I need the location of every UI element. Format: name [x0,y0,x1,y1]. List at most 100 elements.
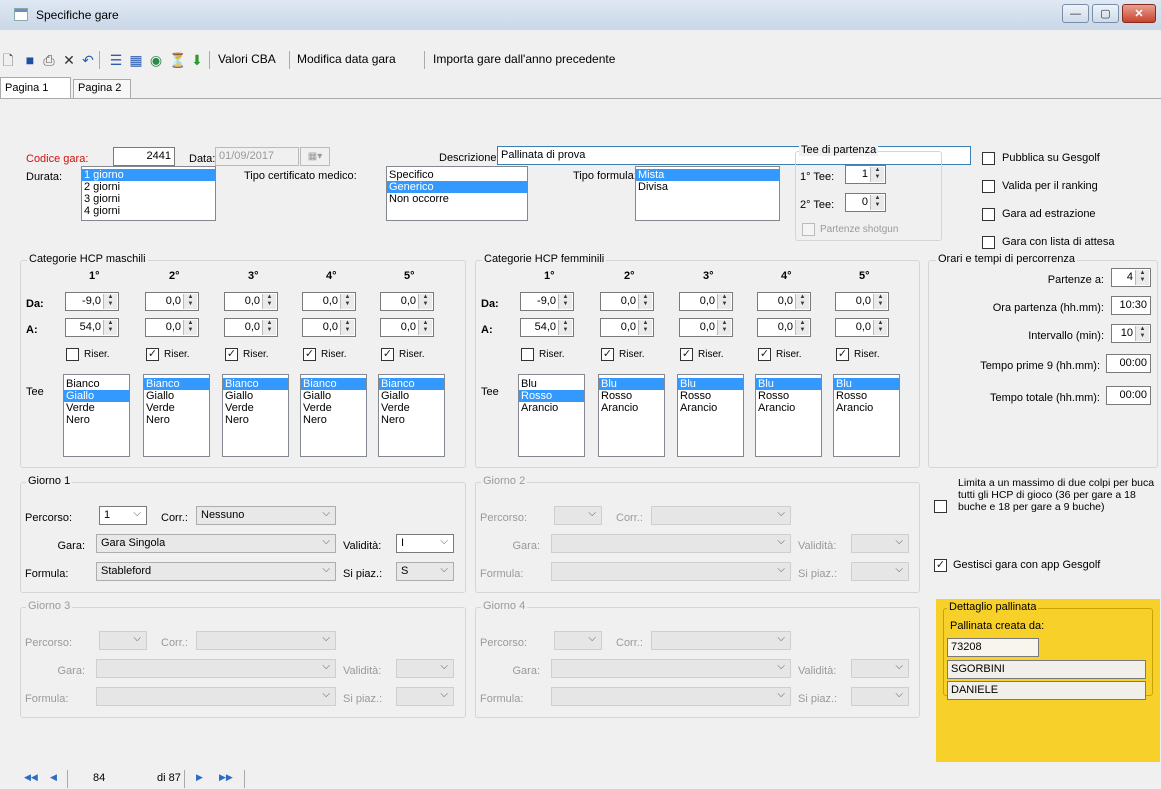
minimize-button[interactable]: — [1062,4,1089,23]
cognome-input[interactable]: SGORBINI [947,660,1146,679]
pubblica-checkbox[interactable] [982,152,995,165]
last-record-icon[interactable]: ▶▶ [219,772,233,783]
spinner-arrows-icon[interactable]: ▲ ▼ [262,320,276,335]
list-item[interactable]: Blu [519,378,584,390]
tee-list[interactable]: Bianco Giallo Verde Nero [222,374,289,457]
intervallo-spinner[interactable]: 10 ▲ ▼ [1111,324,1151,343]
tee-list[interactable]: Blu Rosso Arancio [518,374,585,457]
corr-select[interactable]: ⌵ [651,506,791,525]
list-item[interactable]: Non occorre [387,193,527,205]
spinner-arrows-icon[interactable]: ▲ ▼ [717,320,731,335]
list-item[interactable]: Nero [144,414,209,426]
list-item[interactable]: 1 giorno [82,169,215,181]
spinner-arrows-icon[interactable]: ▲ ▼ [418,320,432,335]
tee1-spinner[interactable]: 1 ▲ ▼ [845,165,886,184]
da-spinner[interactable]: 0,0 ▲ ▼ [757,292,811,311]
tee-list[interactable]: Bianco Giallo Verde Nero [63,374,130,457]
list-icon[interactable]: ☰ [108,52,124,68]
list-item[interactable]: Verde [64,402,129,414]
validita-select[interactable]: I ⌵ [396,534,454,553]
a-spinner[interactable]: 0,0 ▲ ▼ [757,318,811,337]
list-item[interactable]: Rosso [519,390,584,402]
spinner-arrows-icon[interactable]: ▲ ▼ [795,294,809,309]
spiaz-select[interactable]: S ⌵ [396,562,454,581]
a-spinner[interactable]: 0,0 ▲ ▼ [302,318,356,337]
search-icon[interactable]: ◉ [148,52,164,68]
list-item[interactable]: Arancio [599,402,664,414]
attesa-checkbox[interactable] [982,236,995,249]
a-spinner[interactable]: 54,0 ▲ ▼ [520,318,574,337]
list-item[interactable]: Blu [678,378,743,390]
print-icon[interactable]: ⎙ [41,52,57,68]
list-item[interactable]: Mista [636,169,779,181]
a-spinner[interactable]: 0,0 ▲ ▼ [835,318,889,337]
tee2-spinner[interactable]: 0 ▲ ▼ [845,193,886,212]
list-item[interactable]: Generico [387,181,527,193]
spinner-arrows-icon[interactable]: ▲ ▼ [103,320,117,335]
list-item[interactable]: Arancio [519,402,584,414]
spinner-arrows-icon[interactable]: ▲ ▼ [638,294,652,309]
list-item[interactable]: Rosso [756,390,821,402]
spinner-arrows-icon[interactable]: ▲ ▼ [340,294,354,309]
formula-list[interactable]: Mista Divisa [635,166,780,221]
a-spinner[interactable]: 0,0 ▲ ▼ [600,318,654,337]
spinner-arrows-icon[interactable]: ▲ ▼ [103,294,117,309]
list-item[interactable]: Nero [64,414,129,426]
codice-input[interactable]: 2441 [113,147,175,166]
list-item[interactable]: Verde [301,402,366,414]
list-item[interactable]: Nero [223,414,288,426]
list-item[interactable]: Bianco [223,378,288,390]
list-item[interactable]: Arancio [834,402,899,414]
list-item[interactable]: Bianco [301,378,366,390]
creata-id-input[interactable]: 73208 [947,638,1039,657]
list-item[interactable]: Nero [379,414,444,426]
list-item[interactable]: Bianco [64,378,129,390]
list-item[interactable]: Giallo [144,390,209,402]
limita-checkbox[interactable] [934,500,947,513]
riser-checkbox[interactable]: ✓ [146,348,159,361]
spinner-arrows-icon[interactable]: ▲ ▼ [1135,270,1149,285]
gara-select[interactable]: Gara Singola ⌵ [96,534,336,553]
da-spinner[interactable]: 0,0 ▲ ▼ [835,292,889,311]
estrazione-checkbox[interactable] [982,208,995,221]
list-item[interactable]: Blu [599,378,664,390]
spinner-arrows-icon[interactable]: ▲ ▼ [870,167,884,182]
tempo-totale-input[interactable]: 00:00 [1106,386,1151,405]
corr-select[interactable]: Nessuno ⌵ [196,506,336,525]
riser-checkbox[interactable]: ✓ [381,348,394,361]
tab-pagina-2[interactable]: Pagina 2 [73,79,131,98]
corr-select[interactable]: ⌵ [196,631,336,650]
a-spinner[interactable]: 0,0 ▲ ▼ [145,318,199,337]
first-record-icon[interactable]: ◀◀ [24,772,38,783]
da-spinner[interactable]: 0,0 ▲ ▼ [224,292,278,311]
spiaz-select[interactable]: ⌵ [851,562,909,581]
tee-list[interactable]: Blu Rosso Arancio [833,374,900,457]
list-item[interactable]: Blu [756,378,821,390]
list-item[interactable]: Giallo [301,390,366,402]
valori-cba-button[interactable]: Valori CBA [218,52,276,66]
spiaz-select[interactable]: ⌵ [396,687,454,706]
riser-checkbox[interactable]: ✓ [758,348,771,361]
a-spinner[interactable]: 0,0 ▲ ▼ [679,318,733,337]
percorso-select[interactable]: ⌵ [554,506,602,525]
spinner-arrows-icon[interactable]: ▲ ▼ [873,320,887,335]
shotgun-checkbox[interactable] [802,223,815,236]
list-item[interactable]: Verde [144,402,209,414]
certificato-list[interactable]: Specifico Generico Non occorre [386,166,528,221]
list-item[interactable]: Nero [301,414,366,426]
riser-checkbox[interactable] [521,348,534,361]
ora-partenza-input[interactable]: 10:30 [1111,296,1151,315]
da-spinner[interactable]: 0,0 ▲ ▼ [145,292,199,311]
calendar-icon[interactable]: ▦▾ [300,147,330,166]
formula-select[interactable]: ⌵ [551,562,791,581]
riser-checkbox[interactable] [66,348,79,361]
spinner-arrows-icon[interactable]: ▲ ▼ [795,320,809,335]
gara-select[interactable]: ⌵ [96,659,336,678]
spinner-arrows-icon[interactable]: ▲ ▼ [183,320,197,335]
spinner-arrows-icon[interactable]: ▲ ▼ [558,294,572,309]
tee-list[interactable]: Bianco Giallo Verde Nero [143,374,210,457]
a-spinner[interactable]: 54,0 ▲ ▼ [65,318,119,337]
durata-list[interactable]: 1 giorno 2 giorni 3 giorni 4 giorni [81,166,216,221]
spinner-arrows-icon[interactable]: ▲ ▼ [558,320,572,335]
riser-checkbox[interactable]: ✓ [225,348,238,361]
